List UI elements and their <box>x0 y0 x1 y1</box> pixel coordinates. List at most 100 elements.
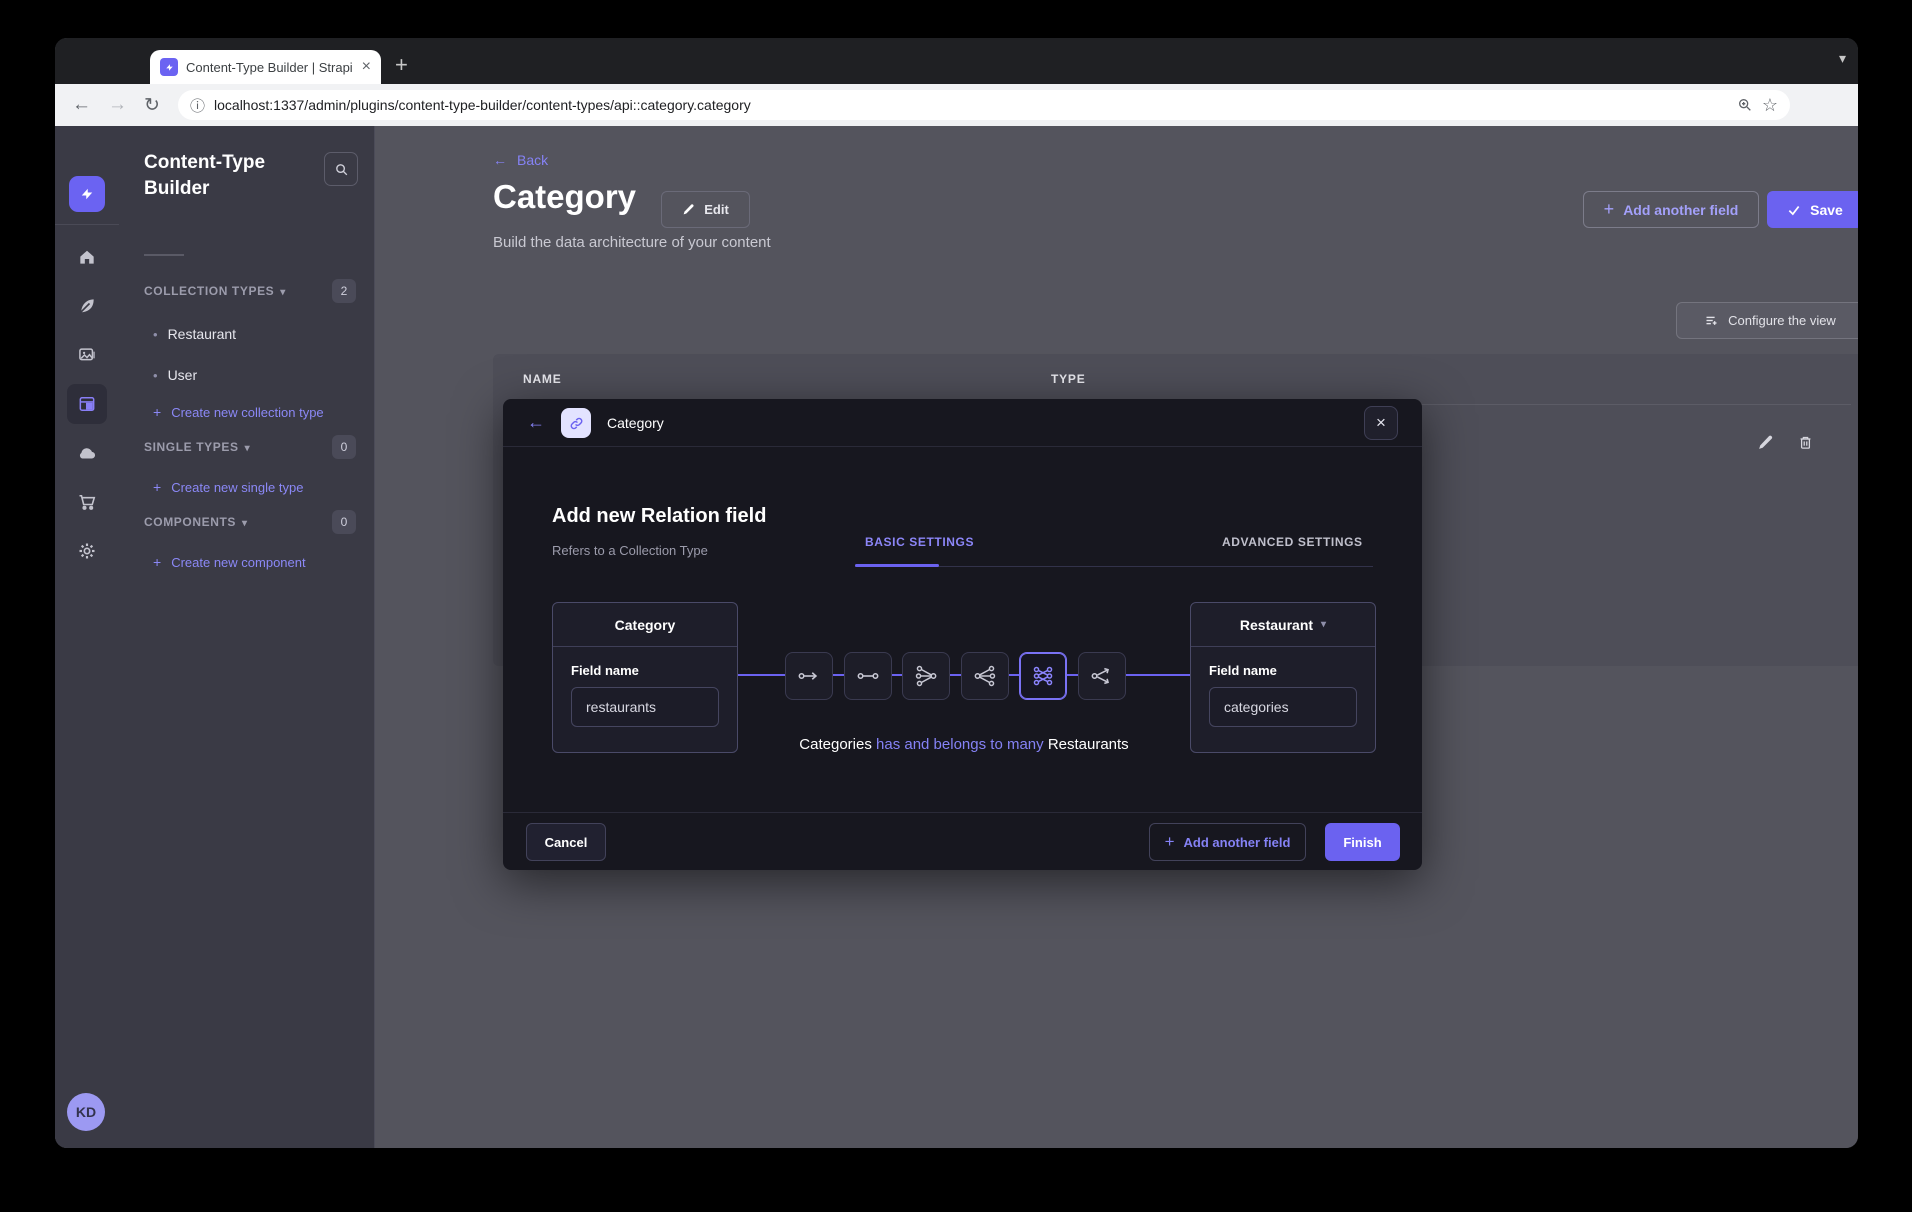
zoom-page-icon[interactable] <box>1737 97 1753 113</box>
modal-title: Add new Relation field <box>552 505 766 528</box>
edit-button[interactable]: Edit <box>661 191 750 228</box>
title-underline <box>144 254 184 256</box>
source-field-input[interactable] <box>571 687 719 727</box>
cancel-button[interactable]: Cancel <box>526 823 606 861</box>
plus-icon: + <box>1604 199 1615 220</box>
strapi-favicon-icon <box>160 58 178 76</box>
delete-row-trash-icon[interactable] <box>1797 434 1814 451</box>
chevron-down-icon: ▾ <box>1321 619 1326 630</box>
tab-close-icon[interactable]: × <box>362 59 371 75</box>
column-type: TYPE <box>1051 372 1086 386</box>
edit-row-pencil-icon[interactable] <box>1757 434 1774 451</box>
browser-tab-strip: Content-Type Builder | Strapi × + ▾ <box>55 38 1858 84</box>
bookmark-star-icon[interactable]: ☆ <box>1762 95 1778 116</box>
sidebar-title: Content-Type Builder <box>144 150 304 202</box>
single-types-count-badge: 0 <box>332 435 356 459</box>
relation-many-to-one-button[interactable] <box>961 652 1009 700</box>
relation-many-to-many-button[interactable] <box>1019 652 1067 700</box>
target-select[interactable]: Restaurant ▾ <box>1191 603 1375 647</box>
section-single-types[interactable]: SINGLE TYPES▾ <box>144 440 250 454</box>
content-manager-feather-icon[interactable] <box>67 286 107 326</box>
table-header: NAME TYPE <box>493 354 1858 404</box>
browser-forward-button[interactable]: → <box>108 94 127 116</box>
modal-breadcrumb: Category <box>607 415 664 431</box>
modal-back-icon[interactable]: ← <box>527 412 545 433</box>
bullet-icon: • <box>153 368 158 383</box>
sidebar-item-restaurant[interactable]: •Restaurant <box>153 326 236 342</box>
modal-header: ← Category × <box>503 399 1422 447</box>
tab-title: Content-Type Builder | Strapi <box>186 60 354 75</box>
save-button[interactable]: Save <box>1767 191 1858 228</box>
content-type-builder-sidebar: Content-Type Builder COLLECTION TYPES▾ 2… <box>119 126 375 1148</box>
chevron-down-icon: ▾ <box>242 518 248 529</box>
media-library-icon[interactable] <box>67 335 107 375</box>
chevron-down-icon: ▾ <box>245 443 251 454</box>
add-relation-modal: ← Category × Add new Relation field Refe… <box>503 399 1422 870</box>
relation-target-box: Restaurant ▾ Field name <box>1190 602 1376 753</box>
rail-divider <box>55 224 119 225</box>
tab-advanced-settings[interactable]: ADVANCED SETTINGS <box>1222 535 1363 549</box>
content-type-builder-icon[interactable] <box>67 384 107 424</box>
relation-link-icon <box>561 408 591 438</box>
tab-basic-settings[interactable]: BASIC SETTINGS <box>865 535 974 549</box>
browser-back-button[interactable]: ← <box>72 94 91 116</box>
back-link[interactable]: ← Back <box>493 152 548 168</box>
create-single-type-link[interactable]: +Create new single type <box>153 479 303 495</box>
browser-window: Content-Type Builder | Strapi × + ▾ ← → … <box>55 38 1858 1148</box>
relation-source-box: Category Field name <box>552 602 738 753</box>
add-another-field-button[interactable]: + Add another field <box>1583 191 1759 228</box>
page-subtitle: Build the data architecture of your cont… <box>493 234 771 251</box>
page-title: Category <box>493 178 636 216</box>
relation-one-way-button[interactable] <box>785 652 833 700</box>
sidebar-item-user[interactable]: •User <box>153 367 197 383</box>
home-icon[interactable] <box>67 237 107 277</box>
plus-icon: + <box>153 554 161 570</box>
active-tab-underline <box>855 564 939 567</box>
browser-tab[interactable]: Content-Type Builder | Strapi × <box>150 50 381 84</box>
modal-subtitle: Refers to a Collection Type <box>552 543 708 558</box>
user-avatar[interactable]: KD <box>67 1093 105 1131</box>
modal-add-another-field-button[interactable]: + Add another field <box>1149 823 1306 861</box>
finish-button[interactable]: Finish <box>1325 823 1400 861</box>
relation-many-way-button[interactable] <box>1078 652 1126 700</box>
relation-one-to-many-button[interactable] <box>902 652 950 700</box>
plus-icon: + <box>1165 832 1175 852</box>
marketplace-cart-icon[interactable] <box>67 482 107 522</box>
url-bar[interactable]: ⓘ ☆ <box>178 90 1790 120</box>
plus-icon: + <box>153 479 161 495</box>
browser-reload-button[interactable]: ↻ <box>144 94 160 117</box>
target-field-input[interactable] <box>1209 687 1357 727</box>
source-header: Category <box>553 603 737 647</box>
browser-toolbar: ← → ↻ ⓘ ☆ ⋮ <box>55 84 1858 126</box>
new-tab-button[interactable]: + <box>395 52 408 78</box>
components-count-badge: 0 <box>332 510 356 534</box>
bullet-icon: • <box>153 327 158 342</box>
create-collection-type-link[interactable]: +Create new collection type <box>153 404 324 420</box>
settings-list-icon <box>1704 313 1719 328</box>
sidebar-search-button[interactable] <box>324 152 358 186</box>
target-field-label: Field name <box>1209 663 1277 678</box>
plus-icon: + <box>153 404 161 420</box>
relation-one-to-one-button[interactable] <box>844 652 892 700</box>
arrow-left-icon: ← <box>493 152 507 168</box>
source-field-label: Field name <box>571 663 639 678</box>
section-collection-types[interactable]: COLLECTION TYPES▾ <box>144 284 286 298</box>
modal-footer: Cancel + Add another field Finish <box>503 812 1422 870</box>
chevron-down-icon: ▾ <box>280 287 286 298</box>
nav-rail: KD <box>55 126 119 1148</box>
tab-search-chevron-icon[interactable]: ▾ <box>1839 50 1846 67</box>
configure-view-button[interactable]: Configure the view <box>1676 302 1858 339</box>
collection-types-count-badge: 2 <box>332 279 356 303</box>
section-components[interactable]: COMPONENTS▾ <box>144 515 248 529</box>
relation-sentence: Categories has and belongs to many Resta… <box>738 736 1190 753</box>
url-input[interactable] <box>214 97 1728 113</box>
site-info-icon[interactable]: ⓘ <box>190 95 205 116</box>
deploy-cloud-icon[interactable] <box>67 433 107 473</box>
check-icon <box>1787 203 1801 217</box>
pencil-icon <box>682 203 695 216</box>
relation-verb: has and belongs to many <box>876 736 1044 753</box>
strapi-logo[interactable] <box>69 176 105 212</box>
modal-close-button[interactable]: × <box>1364 406 1398 440</box>
settings-gear-icon[interactable] <box>67 531 107 571</box>
create-component-link[interactable]: +Create new component <box>153 554 306 570</box>
